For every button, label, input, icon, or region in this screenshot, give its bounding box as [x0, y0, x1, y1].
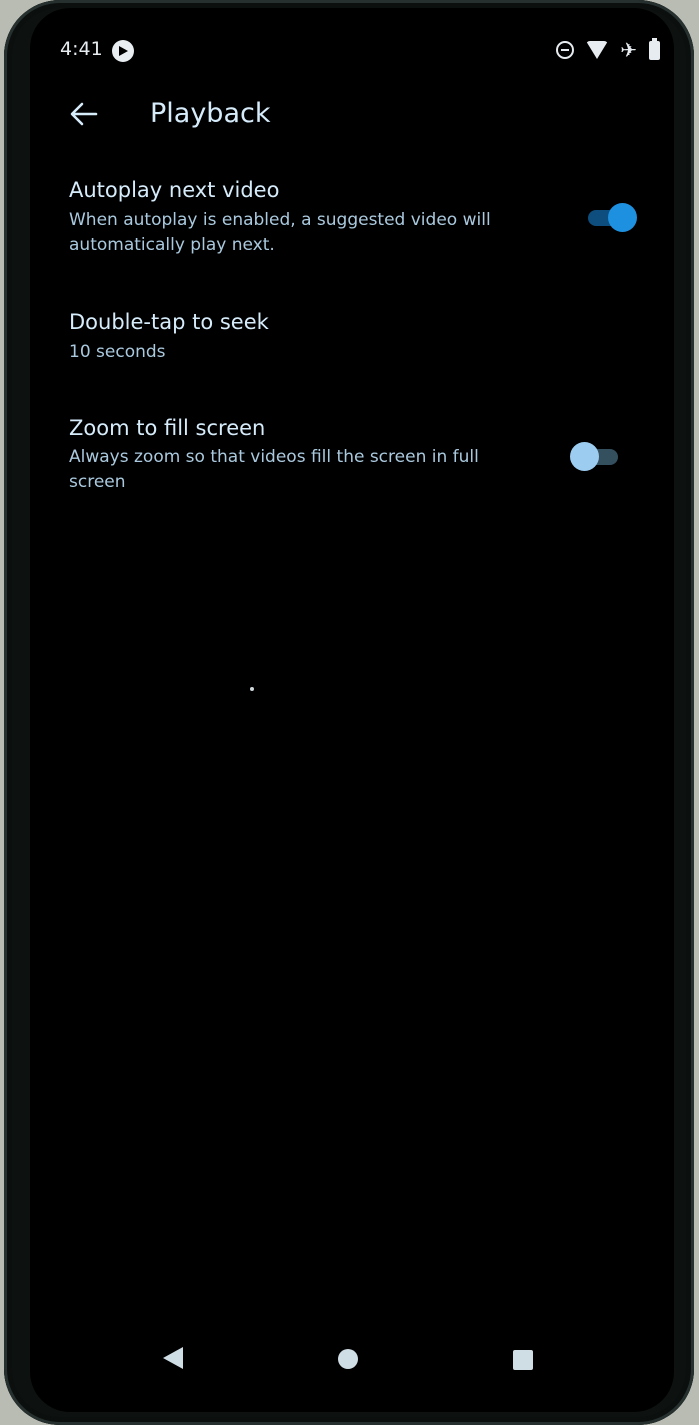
autoplay-toggle[interactable]	[586, 202, 638, 232]
battery-icon	[649, 37, 660, 60]
wifi-icon	[586, 41, 609, 59]
setting-zoom-to-fill-screen[interactable]: Zoom to fill screen Always zoom so that …	[30, 406, 674, 506]
setting-title: Zoom to fill screen	[69, 416, 266, 440]
nav-home-icon[interactable]	[338, 1349, 358, 1369]
do-not-disturb-icon	[556, 41, 575, 59]
airplane-icon: ✈	[620, 38, 637, 62]
media-app-icon	[112, 40, 134, 62]
back-button[interactable]	[64, 94, 104, 134]
zoom-to-fill-toggle[interactable]	[570, 441, 622, 471]
device-frame: 4:41 ✈ Playback Autoplay next video When…	[4, 0, 694, 1425]
toggle-thumb	[570, 442, 599, 471]
touch-indicator-dot	[250, 687, 254, 691]
setting-summary: Always zoom so that videos fill the scre…	[69, 447, 479, 492]
status-icons: ✈	[556, 37, 660, 62]
nav-recents-icon[interactable]	[513, 1350, 533, 1370]
status-time: 4:41	[60, 38, 103, 60]
arrow-left-icon	[70, 102, 98, 126]
screen: 4:41 ✈ Playback Autoplay next video When…	[30, 8, 674, 1412]
toggle-thumb	[608, 203, 637, 232]
setting-autoplay-next-video[interactable]: Autoplay next video When autoplay is ena…	[30, 168, 674, 268]
setting-summary: 10 seconds	[69, 342, 166, 362]
setting-title: Autoplay next video	[69, 178, 280, 202]
setting-title: Double-tap to seek	[69, 310, 269, 334]
page-title: Playback	[150, 98, 271, 129]
setting-double-tap-to-seek[interactable]: Double-tap to seek 10 seconds	[30, 300, 674, 380]
setting-summary: When autoplay is enabled, a suggested vi…	[69, 210, 491, 255]
nav-back-icon[interactable]	[163, 1347, 183, 1369]
